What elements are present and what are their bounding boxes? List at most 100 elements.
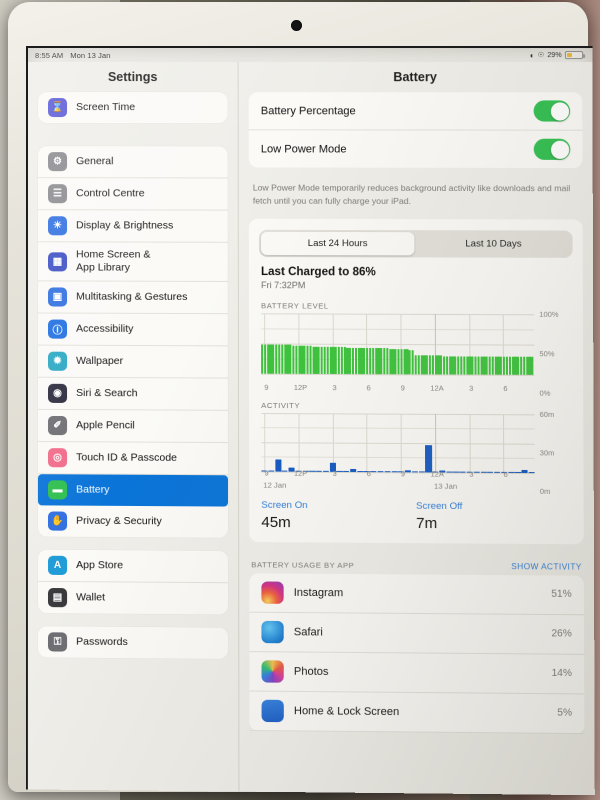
sidebar-item-privacy-security[interactable]: ✋ Privacy & Security	[38, 506, 228, 538]
bar	[520, 356, 523, 375]
bar	[397, 349, 400, 374]
battery-percentage-row[interactable]: Battery Percentage	[248, 92, 583, 131]
screen-on-label: Screen On	[261, 499, 308, 511]
bar	[340, 347, 343, 374]
last-charged-title: Last Charged to 86%	[260, 265, 376, 279]
sidebar-item-home-screen-app-library[interactable]: ▦ Home Screen & App Library	[37, 242, 228, 283]
sidebar-item-wallpaper[interactable]: ✹ Wallpaper	[37, 345, 228, 379]
sidebar-item-label: Wallet	[76, 591, 106, 604]
sliders-icon: ☰	[47, 184, 68, 204]
sidebar-item-control-centre[interactable]: ☰ Control Centre	[37, 178, 228, 211]
sidebar-item-touch-id-passcode[interactable]: ◎ Touch ID & Passcode	[37, 442, 228, 476]
sidebar-item-accessibility[interactable]: Ⓘ Accessibility	[37, 313, 228, 347]
x-tick-label: 3	[332, 468, 337, 478]
sidebar-group-1: ⚙ General ☰ Control Centre ☀ Display & Bright…	[37, 146, 229, 539]
gear-icon: ⚙	[47, 152, 68, 172]
sidebar-item-display-brightness[interactable]: ☀ Display & Brightness	[37, 210, 228, 243]
toggle-knob	[550, 101, 569, 121]
sidebar-item-battery[interactable]: ▬ Battery	[37, 474, 229, 507]
low-power-mode-row[interactable]: Low Power Mode	[249, 130, 583, 168]
tab-last-24-hours[interactable]: Last 24 Hours	[260, 231, 415, 255]
last-charged-block: Last Charged to 86% Fri 7:32PM	[249, 257, 583, 293]
bar	[488, 356, 491, 375]
bar	[383, 348, 386, 374]
bar	[521, 469, 528, 473]
tab-last-10-days[interactable]: Last 10 Days	[416, 232, 570, 256]
show-activity-button[interactable]: SHOW ACTIVITY	[511, 562, 582, 572]
bar	[417, 355, 420, 375]
card-top-spacer	[249, 218, 583, 230]
sidebar-item-label: Multitasking & Gestures	[76, 290, 188, 304]
date-label: 12 Jan	[263, 480, 287, 490]
app-usage-row[interactable]: Instagram 51%	[249, 572, 584, 615]
app-usage-row[interactable]: Photos 14%	[249, 651, 585, 695]
sidebar-item-label: Passwords	[76, 635, 128, 649]
sidebar-item-wallet[interactable]: ▤ Wallet	[38, 582, 228, 615]
sidebar-item-general[interactable]: ⚙ General	[37, 146, 228, 179]
status-time: 8:55 AM	[34, 50, 64, 60]
app-name: Instagram	[293, 586, 344, 599]
app-name: Photos	[293, 665, 329, 678]
wifi-icon: ◐	[529, 50, 535, 60]
sidebar-item-multitasking-gestures[interactable]: ▣ Multitasking & Gestures	[37, 281, 228, 315]
key-icon: ⚿	[47, 632, 68, 652]
battery-level-chart: 100% 50% 0% 9 12P 3 6 9 12A 3 6	[261, 309, 571, 397]
sidebar-groups: ⌛ Screen Time ⚙ General ☰ Control Centre ☀ Disp…	[37, 92, 229, 660]
toggle-knob	[550, 140, 569, 159]
safari-icon	[261, 620, 284, 643]
sidebar-item-screen-time[interactable]: ⌛ Screen Time	[38, 92, 228, 123]
battery-fill	[566, 53, 572, 58]
battery-level-heading: BATTERY LEVEL	[261, 300, 329, 311]
bar	[292, 345, 295, 374]
bar	[366, 347, 369, 374]
activity-chart: 60m 30m 0m 9 12P 3 6 9 12A 3 6 12 Jan 13 Jan	[261, 409, 571, 496]
battery-icon: ▬	[47, 480, 68, 500]
bar	[491, 356, 494, 375]
bar	[323, 346, 326, 374]
hourglass-icon: ⌛	[48, 98, 68, 118]
bar	[411, 349, 414, 375]
app-battery-percent: 5%	[557, 707, 573, 719]
bar	[337, 347, 341, 374]
sidebar-item-apple-pencil[interactable]: ✐ Apple Pencil	[37, 410, 228, 444]
app-battery-percent: 14%	[551, 667, 572, 680]
bar	[326, 346, 329, 374]
instagram-icon	[261, 581, 284, 604]
screen-off-value: 7m	[416, 514, 438, 532]
plot-area	[261, 312, 535, 376]
bar	[522, 356, 526, 375]
hand-icon: ✋	[47, 511, 68, 531]
app-usage-list: Instagram 51% Safari 26% Photos 14% Home & Loc…	[249, 572, 585, 734]
battery-detail-pane: Battery Battery Percentage Low Power Mod…	[238, 62, 595, 796]
page-title: Battery	[393, 70, 437, 85]
sidebar-item-siri-search[interactable]: ◉ Siri & Search	[37, 377, 228, 412]
bar	[315, 470, 323, 472]
app-usage-row[interactable]: Safari 26%	[249, 612, 585, 655]
bar	[505, 356, 509, 375]
battery-toggles-card: Battery Percentage Low Power Mode	[248, 92, 583, 169]
sidebar-group-2: A App Store ▤ Wallet	[37, 549, 229, 615]
y-tick-label: 50%	[539, 348, 555, 358]
home-lock-screen-icon	[261, 699, 284, 722]
app-usage-row[interactable]: Home & Lock Screen 5%	[249, 691, 585, 734]
battery-percentage-toggle[interactable]	[533, 100, 571, 122]
y-tick-label: 60m	[539, 409, 555, 419]
bar	[280, 344, 284, 374]
pencil-icon: ✐	[47, 416, 68, 436]
bar	[295, 345, 298, 374]
bar	[502, 356, 506, 375]
bar	[351, 347, 355, 374]
bar	[309, 345, 312, 374]
sidebar-item-label: Accessibility	[76, 322, 134, 336]
bar	[261, 344, 264, 374]
status-bar: 8:55 AM Mon 13 Jan ◐ ☉ 29%	[28, 48, 592, 62]
screen-on-value: 45m	[261, 513, 291, 531]
sidebar-item-label: Touch ID & Passcode	[76, 451, 177, 465]
sidebar-item-app-store[interactable]: A App Store	[37, 549, 229, 584]
time-range-segmented-control[interactable]: Last 24 Hours Last 10 Days	[258, 229, 573, 258]
bar	[508, 356, 511, 375]
sidebar-item-passwords[interactable]: ⚿ Passwords	[38, 626, 228, 659]
low-power-mode-toggle[interactable]	[533, 138, 571, 160]
x-tick-label: 9	[400, 468, 406, 478]
settings-sidebar[interactable]: Settings ⌛ Screen Time ⚙ General ☰ Control Ce…	[27, 62, 240, 794]
